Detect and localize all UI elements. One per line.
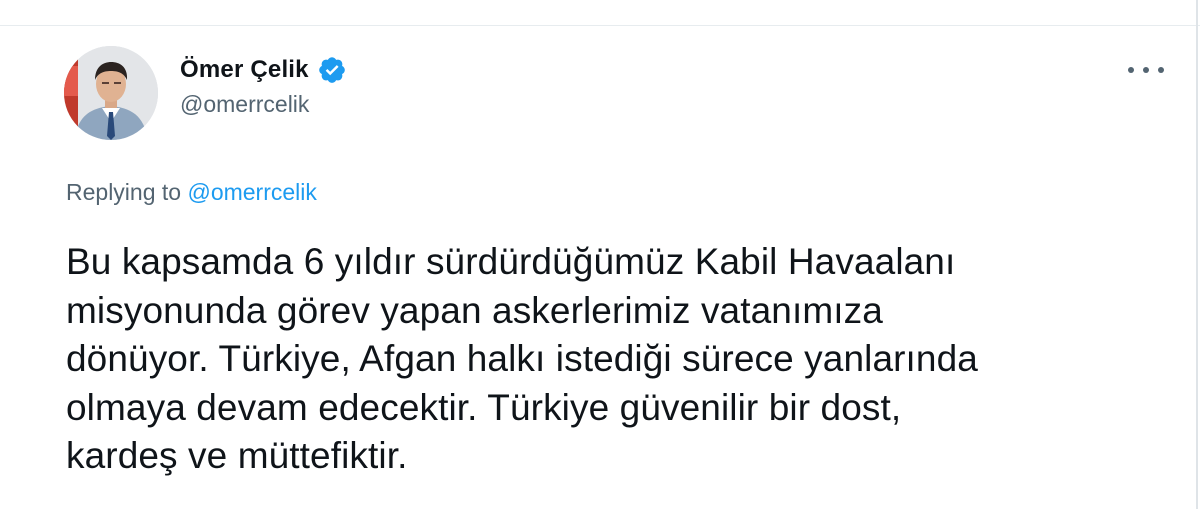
more-dot	[1158, 67, 1164, 73]
author-name[interactable]: Ömer Çelik	[180, 56, 309, 84]
author-block: Ömer Çelik @omerrcelik	[180, 53, 347, 118]
more-options-icon[interactable]	[1128, 60, 1164, 80]
tweet-text-line: Bu kapsamda 6 yıldır sürdürdüğümüz Kabil…	[66, 241, 956, 282]
tweet-card: Ömer Çelik @omerrcelik Replying to @omer…	[0, 26, 1196, 509]
verified-badge-icon	[317, 55, 347, 85]
author-name-row: Ömer Çelik	[180, 53, 347, 87]
more-dot	[1128, 67, 1134, 73]
tweet-text-line: olmaya devam edecektir. Türkiye güvenili…	[66, 386, 902, 428]
tweet-text: Bu kapsamda 6 yıldır sürdürdüğümüz Kabil…	[66, 238, 1176, 481]
more-dot	[1143, 67, 1149, 73]
replying-to-line: Replying to @omerrcelik	[66, 179, 317, 206]
tweet-text-line: misyonunda görev yapan askerlerimiz vata…	[66, 289, 883, 331]
author-handle[interactable]: @omerrcelik	[180, 91, 347, 118]
tweet-text-line: kardeş ve müttefiktir.	[66, 435, 408, 476]
replying-to-mention[interactable]: @omerrcelik	[187, 179, 316, 205]
replying-to-label: Replying to	[66, 179, 188, 205]
author-avatar[interactable]	[64, 46, 158, 140]
avatar-portrait-image	[64, 46, 158, 140]
tweet-text-line: dönüyor. Türkiye, Afgan halkı istediği s…	[66, 338, 978, 379]
tweet-page: Ömer Çelik @omerrcelik Replying to @omer…	[0, 0, 1200, 509]
right-divider	[1196, 0, 1198, 509]
